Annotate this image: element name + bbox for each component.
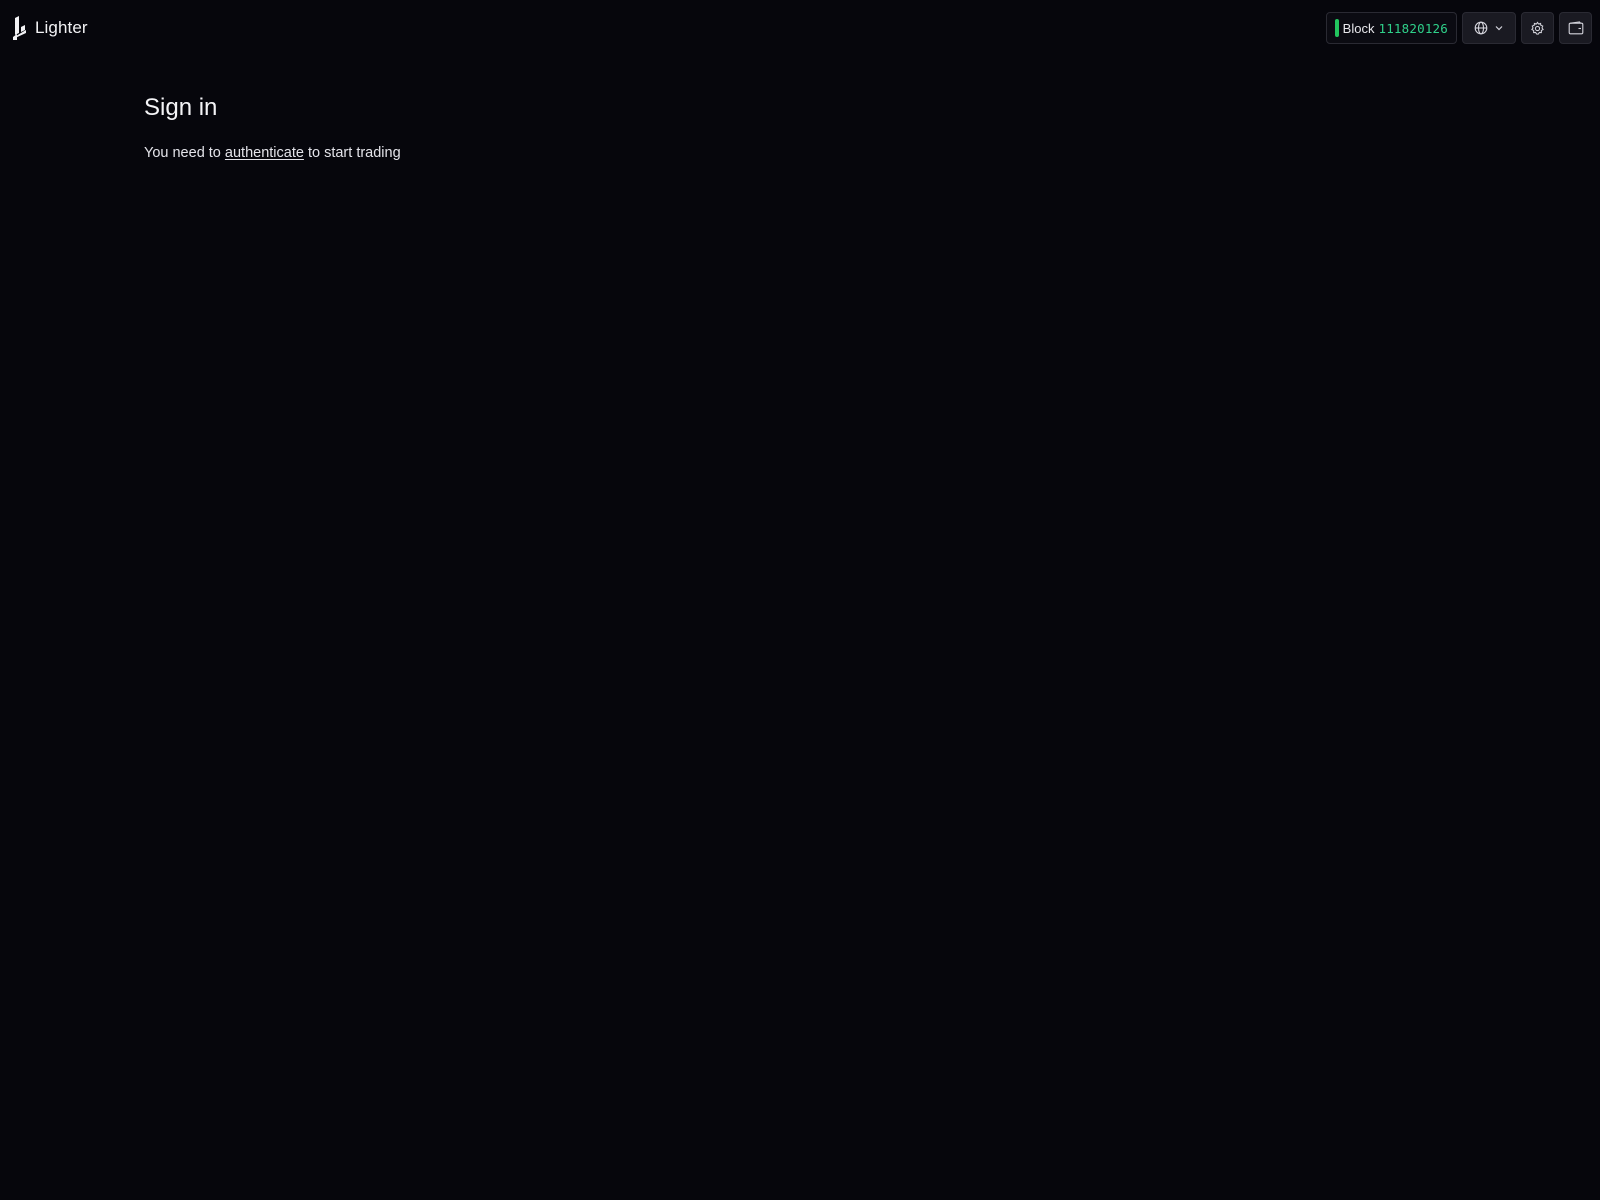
block-number: 111820126 — [1378, 20, 1448, 36]
header-controls: Block 111820126 — [1325, 12, 1592, 44]
lighter-logo-icon — [13, 16, 26, 40]
settings-button[interactable] — [1521, 12, 1554, 44]
block-label: Block — [1342, 20, 1375, 36]
wallet-icon — [1568, 21, 1583, 35]
globe-icon — [1474, 21, 1488, 35]
page-title: Sign in — [144, 94, 218, 121]
language-button[interactable] — [1462, 12, 1516, 44]
main-content: Sign in You need to authenticate to star… — [144, 88, 401, 161]
chevron-down-icon — [1495, 26, 1503, 31]
auth-message: You need to authenticate to start tradin… — [144, 145, 401, 161]
block-status[interactable]: Block 111820126 — [1325, 12, 1457, 44]
brand-name: Lighter — [35, 18, 88, 37]
message-suffix: to start trading — [307, 145, 401, 161]
top-bar: Lighter Block 111820126 — [0, 0, 1600, 56]
gear-icon — [1531, 21, 1544, 35]
authenticate-link[interactable]: authenticate — [225, 145, 304, 161]
brand[interactable]: Lighter — [12, 16, 88, 40]
status-indicator — [1334, 19, 1339, 37]
message-prefix: You need to — [144, 145, 221, 161]
wallet-button[interactable] — [1559, 12, 1592, 44]
